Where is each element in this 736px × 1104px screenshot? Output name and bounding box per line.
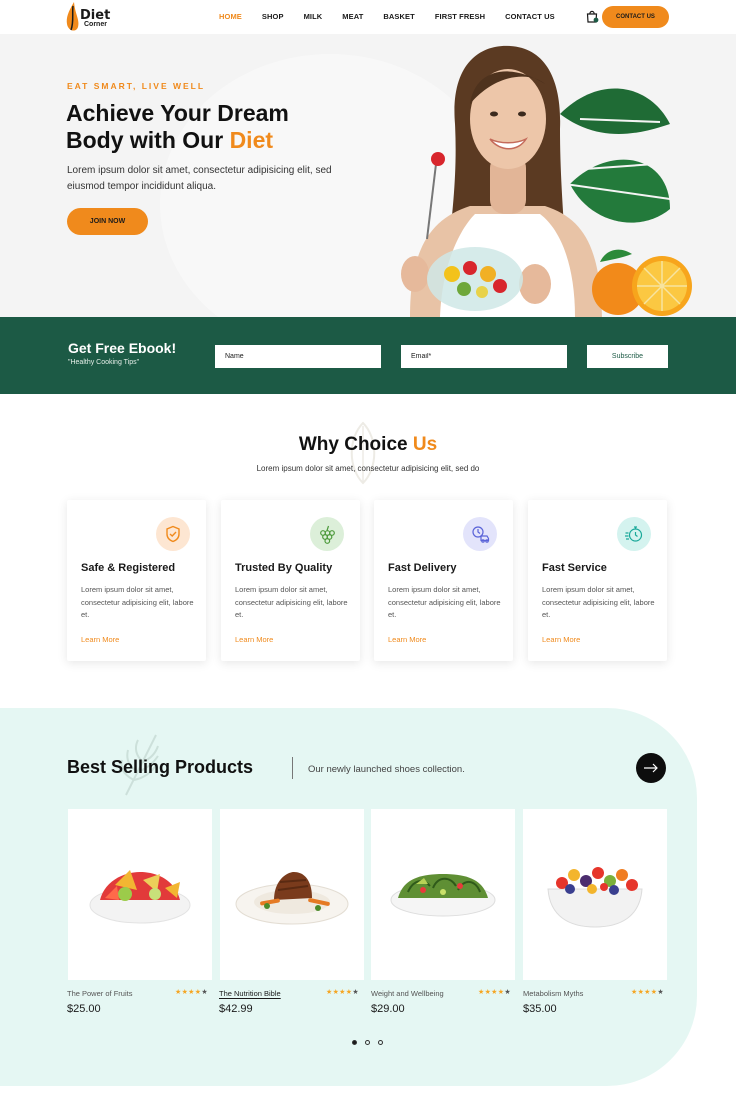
best-selling-subtitle: Our newly launched shoes collection. <box>308 764 465 775</box>
contact-us-button[interactable]: CONTACT US <box>602 6 669 28</box>
product-price: $42.99 <box>219 1003 253 1015</box>
card-text: Lorem ipsum dolor sit amet, consectetur … <box>542 585 655 619</box>
card-text: Lorem ipsum dolor sit amet, consectetur … <box>81 585 194 619</box>
why-choice-subtitle: Lorem ipsum dolor sit amet, consectetur … <box>256 464 480 473</box>
nav-meat[interactable]: MEAT <box>342 12 363 21</box>
name-input[interactable] <box>215 345 381 368</box>
hero-title-accent: Diet <box>229 127 274 153</box>
learn-more-link[interactable]: Learn More <box>81 635 119 644</box>
why-choice-title: Why Choice Us <box>0 434 736 456</box>
nav-home[interactable]: HOME <box>219 12 242 21</box>
rating-stars-icon: ★★★★★ <box>326 989 359 996</box>
shopping-bag-icon[interactable] <box>585 9 599 23</box>
grapes-icon <box>310 517 344 551</box>
site-header: Diet Corner HOME SHOP MILK MEAT BASKET F… <box>0 0 736 34</box>
arrow-right-icon <box>644 763 658 773</box>
card-text: Lorem ipsum dolor sit amet, consectetur … <box>235 585 348 619</box>
hero-woman-with-salad-image <box>401 45 692 317</box>
delivery-truck-icon <box>463 517 497 551</box>
nav-shop[interactable]: SHOP <box>262 12 284 21</box>
why-title-accent: Us <box>412 434 438 455</box>
logo[interactable]: Diet Corner <box>66 2 110 34</box>
ebook-signup-band: Get Free Ebook! "Healthy Cooking Tips" S… <box>0 317 736 394</box>
product-name[interactable]: The Power of Fruits <box>67 989 132 998</box>
product-image-green-salad[interactable] <box>371 809 515 980</box>
feature-card-safe: Safe & Registered Lorem ipsum dolor sit … <box>67 500 206 661</box>
product-name[interactable]: Metabolism Myths <box>523 989 583 998</box>
stopwatch-icon <box>617 517 651 551</box>
subscribe-button[interactable]: Subscribe <box>587 345 668 368</box>
card-title: Fast Delivery <box>388 562 457 574</box>
card-title: Fast Service <box>542 562 607 574</box>
product-image-steak-plate[interactable] <box>220 809 364 980</box>
monstera-leaf-icon <box>560 88 671 223</box>
main-nav: HOME SHOP MILK MEAT BASKET FIRST FRESH C… <box>219 12 575 21</box>
learn-more-link[interactable]: Learn More <box>235 635 273 644</box>
ebook-subtitle: "Healthy Cooking Tips" <box>68 359 140 366</box>
hero-title: Achieve Your Dream Body with Our Diet <box>66 100 366 154</box>
product-image-fruit-salad[interactable] <box>68 809 212 980</box>
orange-fruit-icon <box>592 249 692 316</box>
berry-bowl-image <box>547 867 643 928</box>
product-price: $29.00 <box>371 1003 405 1015</box>
nav-milk[interactable]: MILK <box>304 12 323 21</box>
title-divider <box>292 757 293 779</box>
hero-title-line1: Achieve Your Dream <box>66 100 289 126</box>
card-title: Safe & Registered <box>81 562 176 574</box>
rating-stars-icon: ★★★★★ <box>631 989 664 996</box>
nav-first-fresh[interactable]: FIRST FRESH <box>435 12 485 21</box>
product-name[interactable]: Weight and Wellbeing <box>371 989 444 998</box>
rating-stars-icon: ★★★★★ <box>175 989 208 996</box>
pagination-dot[interactable] <box>365 1040 370 1045</box>
product-name[interactable]: The Nutrition Bible <box>219 989 281 998</box>
green-salad-image <box>390 873 496 916</box>
product-price: $35.00 <box>523 1003 557 1015</box>
next-arrow-button[interactable] <box>636 753 666 783</box>
best-selling-title: Best Selling Products <box>67 757 254 777</box>
feature-card-delivery: Fast Delivery Lorem ipsum dolor sit amet… <box>374 500 513 661</box>
nav-basket[interactable]: BASKET <box>383 12 414 21</box>
hero-description: Lorem ipsum dolor sit amet, consectetur … <box>67 165 332 192</box>
product-price: $25.00 <box>67 1003 101 1015</box>
fruit-salad-image <box>89 869 191 923</box>
nav-contact-us[interactable]: CONTACT US <box>505 12 555 21</box>
learn-more-link[interactable]: Learn More <box>388 635 426 644</box>
shield-check-icon <box>156 517 190 551</box>
hero-title-line2: Body with Our <box>66 127 230 153</box>
rating-stars-icon: ★★★★★ <box>478 989 511 996</box>
carousel-pagination <box>352 1040 383 1045</box>
product-image-berry-bowl[interactable] <box>523 809 667 980</box>
pagination-dot[interactable] <box>378 1040 383 1045</box>
logo-subword: Corner <box>84 21 107 28</box>
hero-section: EAT SMART, LIVE WELL Achieve Your Dream … <box>0 34 736 317</box>
card-title: Trusted By Quality <box>235 562 333 574</box>
feature-card-quality: Trusted By Quality Lorem ipsum dolor sit… <box>221 500 360 661</box>
steak-plate-image <box>235 871 349 924</box>
pagination-dot-active[interactable] <box>352 1040 357 1045</box>
join-now-button[interactable]: JOIN NOW <box>67 208 148 235</box>
learn-more-link[interactable]: Learn More <box>542 635 580 644</box>
email-input[interactable] <box>401 345 567 368</box>
card-text: Lorem ipsum dolor sit amet, consectetur … <box>388 585 501 619</box>
feature-card-service: Fast Service Lorem ipsum dolor sit amet,… <box>528 500 667 661</box>
hero-eyebrow: EAT SMART, LIVE WELL <box>67 81 206 91</box>
why-title-text: Why Choice <box>298 434 413 455</box>
ebook-title: Get Free Ebook! <box>68 340 177 356</box>
